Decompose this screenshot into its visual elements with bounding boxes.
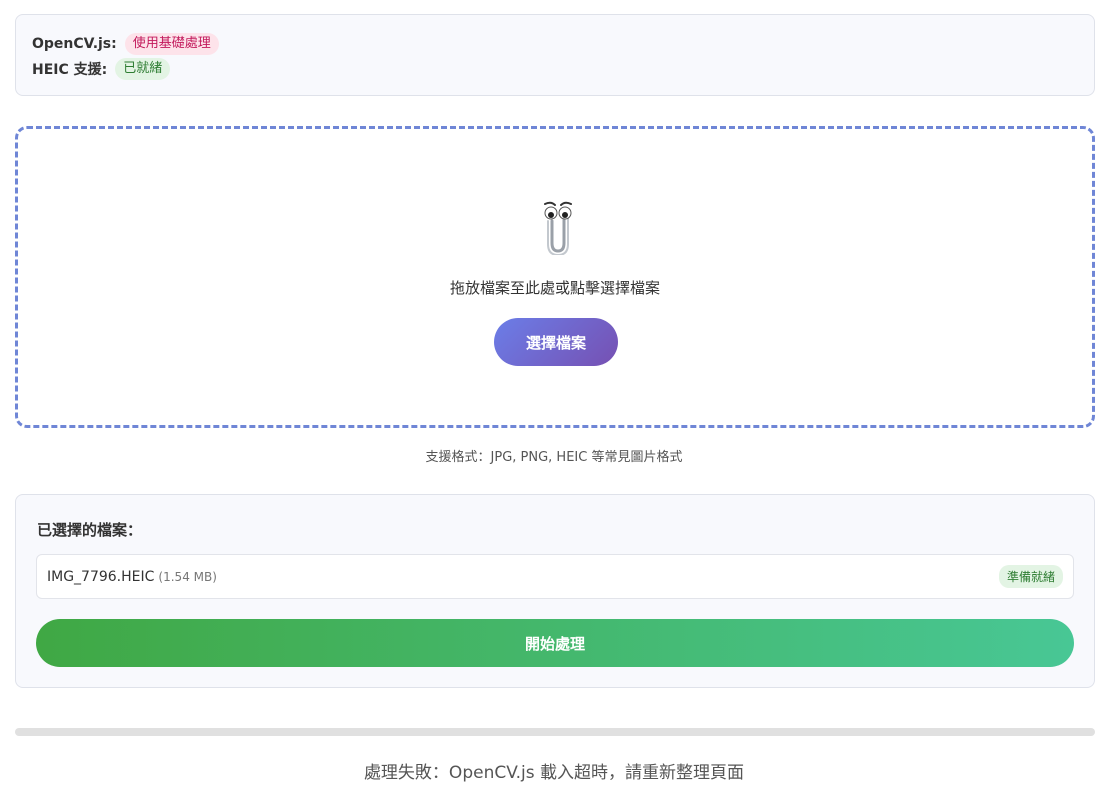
selected-files-title: 已選擇的檔案： — [37, 521, 143, 539]
heic-status-row: HEIC 支援: 已就緒 — [32, 56, 1094, 81]
heic-label: HEIC 支援: — [32, 61, 108, 78]
choose-file-button[interactable]: 選擇檔案 — [494, 318, 618, 366]
opencv-status-row: OpenCV.js: 使用基礎處理 — [32, 31, 1094, 56]
selected-files-panel: 已選擇的檔案： IMG_7796.HEIC (1.54 MB) 準備就緒 開始處… — [15, 494, 1095, 688]
file-dropzone[interactable]: 拖放檔案至此處或點擊選擇檔案 選擇檔案 — [15, 126, 1095, 428]
error-message: 處理失敗：OpenCV.js 載入超時，請重新整理頁面 — [363, 763, 745, 783]
opencv-label: OpenCV.js: — [32, 35, 117, 52]
status-panel: OpenCV.js: 使用基礎處理 HEIC 支援: 已就緒 — [15, 14, 1095, 96]
progress-bar — [15, 728, 1095, 736]
file-size: (1.54 MB) — [158, 569, 217, 584]
opencv-status-badge: 使用基礎處理 — [124, 32, 219, 55]
heic-status-badge: 已就緒 — [115, 57, 171, 80]
file-list-item: IMG_7796.HEIC (1.54 MB) 準備就緒 — [36, 554, 1074, 599]
start-processing-button[interactable]: 開始處理 — [36, 619, 1074, 667]
file-name: IMG_7796.HEIC — [47, 568, 155, 585]
dropzone-instruction: 拖放檔案至此處或點擊選擇檔案 — [449, 279, 660, 297]
supported-formats-note: 支援格式：JPG, PNG, HEIC 等常見圖片格式 — [425, 450, 683, 465]
paperclip-icon — [544, 201, 572, 255]
file-status-badge: 準備就緒 — [998, 565, 1063, 588]
